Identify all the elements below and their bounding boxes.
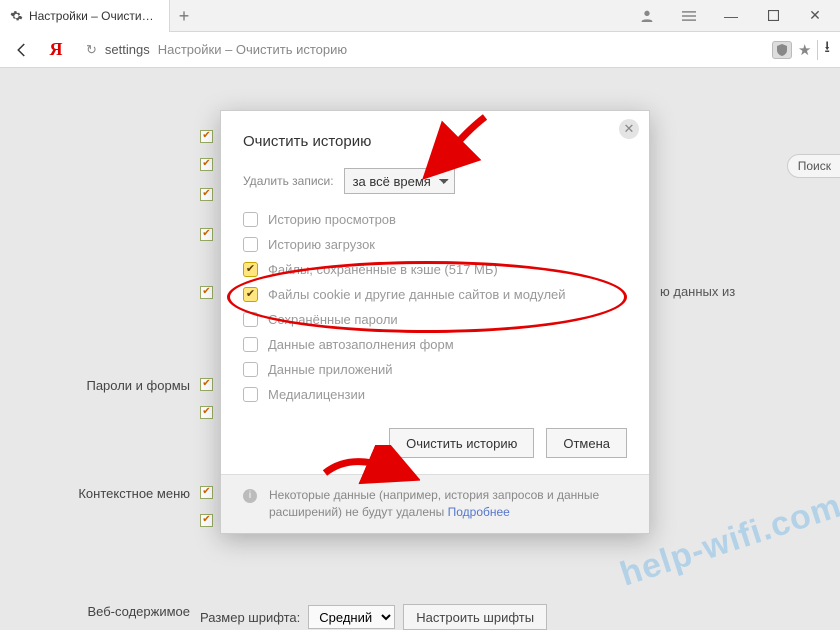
cancel-button[interactable]: Отмена bbox=[546, 428, 627, 458]
bg-checkbox bbox=[200, 158, 213, 171]
yandex-logo[interactable]: Я bbox=[44, 38, 68, 62]
gear-icon bbox=[10, 9, 23, 23]
clear-option-2[interactable]: Файлы, сохранённые в кэше (517 МБ) bbox=[243, 262, 627, 277]
bg-checkbox bbox=[200, 286, 213, 299]
time-range-label: Удалить записи: bbox=[243, 174, 334, 188]
option-label: Сохранённые пароли bbox=[268, 312, 398, 327]
time-range-select[interactable]: за всё время bbox=[344, 168, 455, 194]
bg-text-fragment: ю данных из bbox=[660, 284, 735, 299]
option-label: Историю загрузок bbox=[268, 237, 375, 252]
option-label: Файлы cookie и другие данные сайтов и мо… bbox=[268, 287, 566, 302]
new-tab-button[interactable]: + bbox=[170, 0, 198, 32]
bg-checkbox bbox=[200, 406, 213, 419]
window-maximize[interactable] bbox=[756, 10, 790, 21]
info-icon: i bbox=[243, 489, 257, 503]
bg-checkbox bbox=[200, 228, 213, 241]
back-button[interactable] bbox=[10, 38, 34, 62]
clear-option-1[interactable]: Историю загрузок bbox=[243, 237, 627, 252]
settings-search[interactable]: Поиск bbox=[787, 154, 840, 178]
option-label: Данные автозаполнения форм bbox=[268, 337, 454, 352]
section-web-content: Веб-содержимое bbox=[60, 604, 190, 619]
bg-checkbox bbox=[200, 378, 213, 391]
dialog-title: Очистить историю bbox=[243, 133, 627, 150]
bg-checkbox bbox=[200, 486, 213, 499]
clear-option-0[interactable]: Историю просмотров bbox=[243, 212, 627, 227]
clear-option-7[interactable]: Медиалицензии bbox=[243, 387, 627, 402]
checkbox[interactable] bbox=[243, 337, 258, 352]
font-size-label: Размер шрифта: bbox=[200, 610, 300, 625]
section-context-menu: Контекстное меню bbox=[60, 486, 190, 501]
learn-more-link[interactable]: Подробнее bbox=[448, 505, 510, 519]
clear-option-3[interactable]: Файлы cookie и другие данные сайтов и мо… bbox=[243, 287, 627, 302]
bg-checkbox bbox=[200, 130, 213, 143]
url-scheme: settings bbox=[105, 42, 150, 57]
downloads-icon[interactable]: ⭳ bbox=[824, 36, 830, 63]
clear-option-4[interactable]: Сохранённые пароли bbox=[243, 312, 627, 327]
bg-checkbox bbox=[200, 188, 213, 201]
checkbox[interactable] bbox=[243, 237, 258, 252]
checkbox[interactable] bbox=[243, 362, 258, 377]
font-size-select[interactable]: Средний bbox=[308, 605, 395, 629]
protect-icon[interactable] bbox=[772, 41, 792, 59]
browser-tab[interactable]: Настройки – Очистить ис bbox=[0, 0, 170, 32]
reload-icon[interactable]: ↻ bbox=[86, 42, 97, 58]
clear-history-button[interactable]: Очистить историю bbox=[389, 428, 534, 458]
checkbox[interactable] bbox=[243, 262, 258, 277]
bg-checkbox bbox=[200, 514, 213, 527]
clear-history-dialog: ✕ Очистить историю Удалить записи: за вс… bbox=[220, 110, 650, 534]
profile-icon[interactable] bbox=[630, 8, 664, 24]
checkbox[interactable] bbox=[243, 312, 258, 327]
close-icon[interactable]: ✕ bbox=[619, 119, 639, 139]
checkbox[interactable] bbox=[243, 212, 258, 227]
option-label: Историю просмотров bbox=[268, 212, 396, 227]
address-bar[interactable]: ↻ settings Настройки – Очистить историю bbox=[78, 37, 762, 63]
option-label: Файлы, сохранённые в кэше (517 МБ) bbox=[268, 262, 498, 277]
footer-note: Некоторые данные (например, история запр… bbox=[269, 487, 627, 521]
checkbox[interactable] bbox=[243, 287, 258, 302]
clear-option-5[interactable]: Данные автозаполнения форм bbox=[243, 337, 627, 352]
url-page-title: Настройки – Очистить историю bbox=[158, 42, 347, 57]
checkbox[interactable] bbox=[243, 387, 258, 402]
window-close[interactable]: ✕ bbox=[798, 7, 832, 24]
section-passwords: Пароли и формы bbox=[60, 378, 190, 393]
tab-title: Настройки – Очистить ис bbox=[29, 9, 159, 23]
bookmark-star-icon[interactable]: ★ bbox=[798, 41, 811, 59]
clear-option-6[interactable]: Данные приложений bbox=[243, 362, 627, 377]
window-minimize[interactable]: — bbox=[714, 8, 748, 24]
option-label: Данные приложений bbox=[268, 362, 393, 377]
menu-icon[interactable] bbox=[672, 9, 706, 23]
option-label: Медиалицензии bbox=[268, 387, 365, 402]
configure-fonts-button[interactable]: Настроить шрифты bbox=[403, 604, 547, 630]
